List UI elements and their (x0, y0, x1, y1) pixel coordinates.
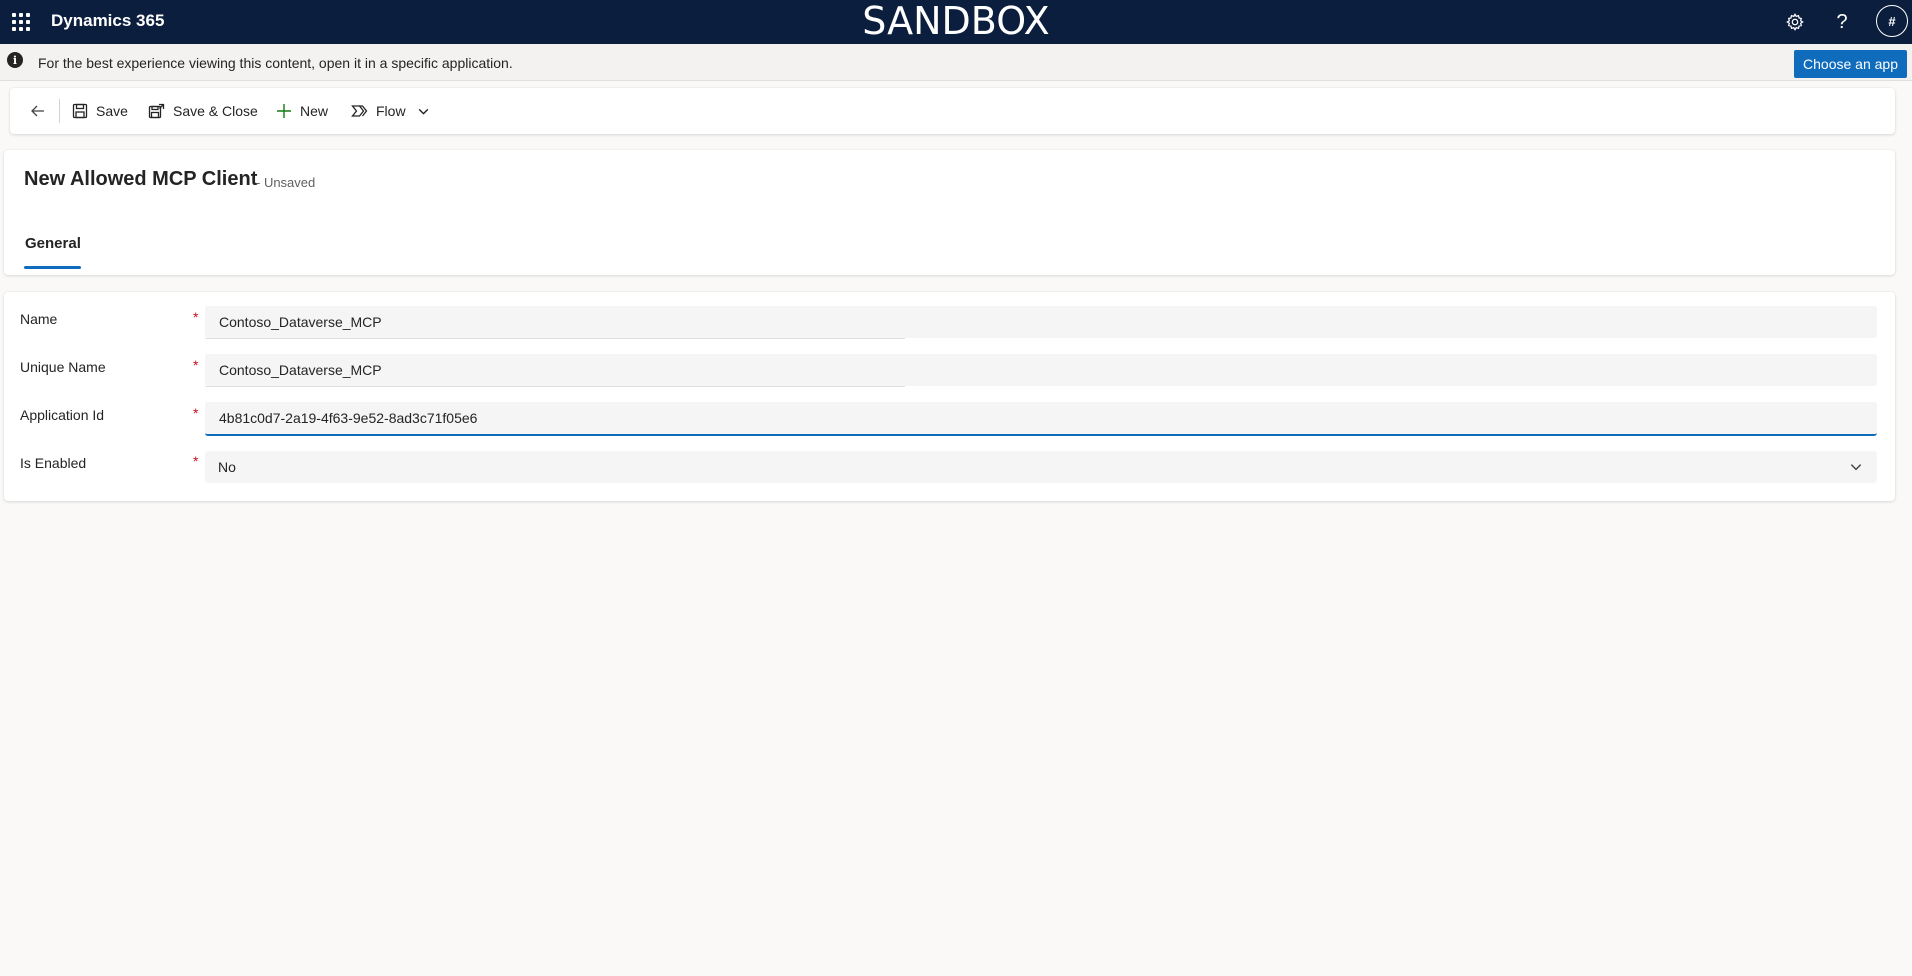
info-icon: i (7, 52, 23, 68)
record-header: New Allowed MCP Client - Unsaved General (4, 150, 1895, 275)
general-form-section: Name * Contoso_Dataverse_MCP Unique Name… (4, 292, 1895, 501)
info-bar: i For the best experience viewing this c… (0, 44, 1912, 81)
avatar[interactable]: # (1876, 5, 1908, 37)
input-underline (205, 338, 905, 339)
choose-app-button[interactable]: Choose an app (1794, 50, 1907, 78)
help-icon[interactable]: ? (1828, 8, 1856, 36)
save-button[interactable]: Save (72, 88, 128, 134)
application-id-label: Application Id (20, 407, 105, 423)
new-label: New (300, 103, 329, 119)
save-and-close-label: Save & Close (173, 103, 258, 119)
divider (59, 99, 60, 123)
unique-name-input[interactable]: Contoso_Dataverse_MCP (205, 354, 1877, 386)
info-message: For the best experience viewing this con… (38, 55, 513, 71)
name-label: Name (20, 311, 58, 327)
save-status: - Unsaved (256, 175, 316, 190)
flow-icon (351, 105, 368, 117)
save-close-icon (148, 103, 165, 118)
save-icon (72, 103, 88, 119)
flow-label: Flow (376, 103, 406, 119)
gear-icon[interactable] (1781, 8, 1809, 36)
top-nav-bar: Dynamics 365 SANDBOX ? # (0, 0, 1912, 44)
plus-icon (277, 104, 291, 118)
chevron-down-icon (1850, 464, 1862, 471)
command-bar: Save Save & Close New Flow (10, 88, 1895, 134)
flow-dropdown-button[interactable] (417, 88, 430, 134)
input-underline (205, 386, 905, 387)
is-enabled-select[interactable]: No (205, 451, 1877, 483)
application-id-input[interactable]: 4b81c0d7-2a19-4f63-9e52-8ad3c71f05e6 (205, 402, 1877, 436)
arrow-left-icon (31, 105, 44, 117)
required-indicator: * (193, 453, 199, 469)
name-input[interactable]: Contoso_Dataverse_MCP (205, 306, 1877, 338)
is-enabled-label: Is Enabled (20, 455, 87, 471)
chevron-down-icon (418, 108, 429, 115)
environment-banner: SANDBOX (862, 0, 1050, 43)
unique-name-label: Unique Name (20, 359, 106, 375)
save-and-close-button[interactable]: Save & Close (148, 88, 258, 134)
required-indicator: * (193, 309, 199, 325)
required-indicator: * (193, 405, 199, 421)
save-label: Save (96, 103, 128, 119)
page-title: New Allowed MCP Client (24, 168, 258, 190)
app-title[interactable]: Dynamics 365 (51, 11, 164, 31)
app-launcher-icon[interactable] (10, 11, 32, 33)
tab-general[interactable]: General (25, 235, 81, 252)
flow-button[interactable]: Flow (351, 88, 406, 134)
required-indicator: * (193, 357, 199, 373)
back-button[interactable] (30, 88, 46, 134)
is-enabled-value: No (218, 459, 236, 475)
new-button[interactable]: New (276, 88, 328, 134)
tab-selected-indicator (24, 266, 81, 269)
